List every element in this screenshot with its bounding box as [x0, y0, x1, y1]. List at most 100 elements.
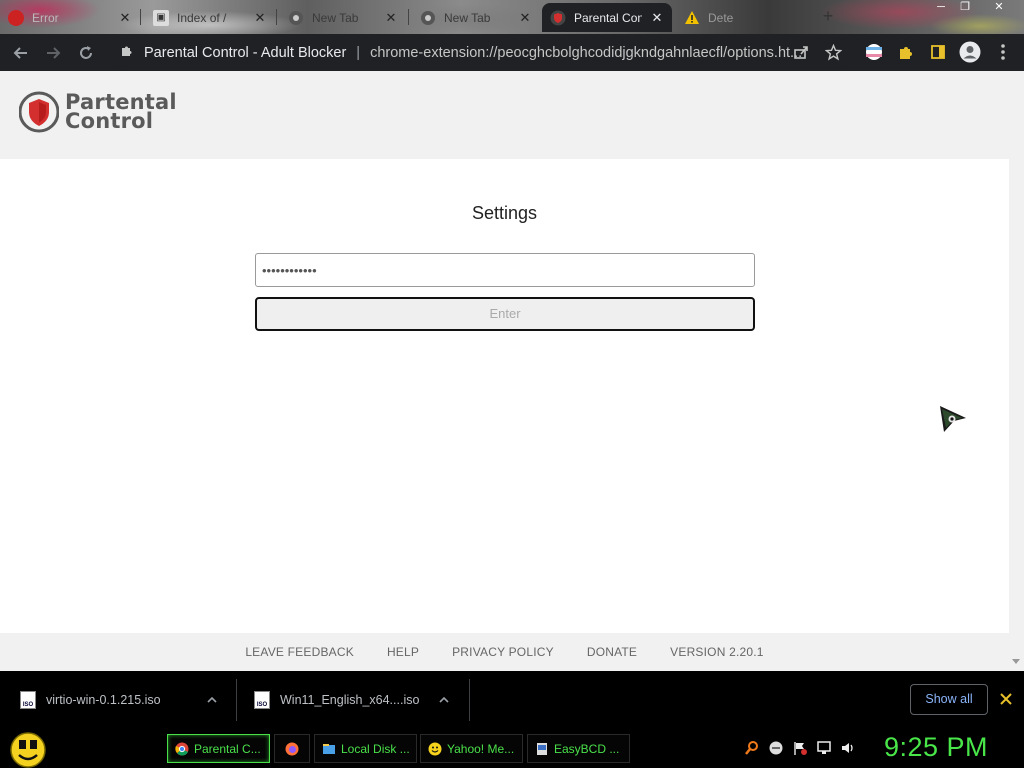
logo[interactable]: Partental Control [19, 91, 177, 133]
tab-label: Dete [708, 10, 734, 25]
taskbar-item-yahoo-messenger[interactable]: Yahoo! Me... [420, 734, 523, 763]
system-clock[interactable]: 9:25 PM [884, 732, 988, 763]
kebab-menu-icon [1001, 44, 1005, 60]
server-icon: ▣ [153, 9, 169, 26]
search-icon[interactable] [744, 740, 760, 756]
easybcd-icon [537, 742, 547, 755]
forward-button[interactable] [42, 42, 64, 64]
donate-link[interactable]: DONATE [587, 645, 637, 659]
iso-file-icon: ISO [254, 691, 270, 709]
chrome-icon [288, 10, 304, 26]
taskbar-item-chrome[interactable]: Parental C... [167, 734, 270, 763]
close-icon[interactable]: ✕ [253, 10, 267, 25]
new-tab-button[interactable]: + [818, 6, 838, 26]
address-bar[interactable]: Parental Control - Adult Blocker | chrom… [110, 38, 852, 67]
volume-icon[interactable] [840, 740, 856, 756]
restore-button[interactable]: ❐ [954, 0, 976, 14]
logo-line-2: Control [65, 109, 154, 133]
chrome-icon [420, 10, 436, 26]
chevron-up-icon[interactable] [206, 694, 218, 706]
share-button[interactable] [790, 41, 812, 63]
tab-label: New Tab [312, 10, 359, 25]
flag-extension-button[interactable] [863, 41, 885, 63]
tab-parental-control[interactable]: Parental Con ✕ [542, 3, 672, 32]
tab-dete[interactable]: Dete [676, 3, 806, 32]
privacy-policy-link[interactable]: PRIVACY POLICY [452, 645, 554, 659]
minimize-button[interactable]: ─ [930, 0, 952, 14]
close-icon[interactable] [998, 691, 1014, 707]
side-panel-button[interactable] [927, 41, 949, 63]
download-item[interactable]: ISO Win11_English_x64....iso [254, 671, 450, 729]
tab-strip: Error ✕ ▣ Index of / ✕ New Tab ✕ New Tab… [0, 0, 1024, 34]
chrome-icon [175, 742, 189, 756]
puzzle-icon [900, 47, 912, 59]
download-separator [469, 679, 470, 721]
close-icon[interactable]: ✕ [384, 10, 398, 25]
scrollbar[interactable] [1009, 71, 1024, 671]
tab-error[interactable]: Error ✕ [0, 3, 140, 32]
shield-icon [550, 10, 566, 26]
close-icon[interactable]: ✕ [118, 10, 132, 25]
taskbar: Parental C... Local Disk ... Yahoo! Me..… [0, 729, 1024, 768]
firefox-icon [285, 742, 299, 755]
side-panel-icon [931, 45, 945, 59]
tab-page-icon [8, 9, 24, 26]
download-filename: Win11_English_x64....iso [280, 693, 420, 707]
enter-button[interactable]: Enter [255, 297, 755, 331]
iso-file-icon: ISO [20, 691, 36, 709]
taskbar-item-label: Local Disk ... [341, 741, 410, 756]
close-icon[interactable]: ✕ [650, 10, 664, 25]
window-close-button[interactable]: ✕ [988, 0, 1010, 14]
logo-text: Partental Control [65, 92, 177, 133]
warning-icon [684, 10, 700, 26]
scroll-down-arrow-icon[interactable] [1012, 659, 1020, 664]
tab-separator [408, 9, 409, 25]
reload-icon [80, 46, 92, 59]
footer: LEAVE FEEDBACK HELP PRIVACY POLICY DONAT… [0, 633, 1009, 671]
taskbar-item-label: Parental C... [194, 741, 261, 756]
omnibox-separator: | [356, 44, 361, 61]
page-content: Partental Control Settings Enter LEAVE F… [0, 71, 1024, 671]
back-button[interactable] [10, 42, 32, 64]
share-icon [794, 46, 808, 59]
start-button-smiley-icon[interactable] [9, 730, 47, 768]
taskbar-item-label: EasyBCD ... [554, 741, 620, 756]
version-label: VERSION 2.20.1 [670, 645, 764, 659]
taskbar-item-label: Yahoo! Me... [447, 741, 515, 756]
help-link[interactable]: HELP [387, 645, 419, 659]
password-input[interactable] [255, 253, 755, 287]
extensions-button[interactable] [895, 41, 917, 63]
download-item[interactable]: ISO virtio-win-0.1.215.iso [20, 671, 218, 729]
avatar-icon [959, 41, 981, 63]
action-center-flag-icon[interactable] [792, 740, 808, 756]
profile-button[interactable] [959, 41, 981, 63]
bookmark-button[interactable] [822, 41, 844, 63]
download-shelf: ISO virtio-win-0.1.215.iso ISO Win11_Eng… [0, 671, 1024, 729]
tab-new-tab-2[interactable]: New Tab ✕ [412, 3, 540, 32]
tab-label: Parental Con [574, 10, 642, 25]
taskbar-item-easybcd[interactable]: EasyBCD ... [527, 734, 630, 763]
download-separator [236, 679, 237, 721]
close-icon[interactable]: ✕ [518, 10, 532, 25]
arrow-right-icon [47, 47, 61, 59]
taskbar-item-local-disk[interactable]: Local Disk ... [314, 734, 417, 763]
taskbar-item-firefox[interactable] [274, 734, 310, 763]
leave-feedback-link[interactable]: LEAVE FEEDBACK [245, 645, 354, 659]
tab-separator [140, 9, 141, 25]
reload-button[interactable] [75, 42, 97, 64]
tab-separator [276, 9, 277, 25]
status-circle-icon[interactable] [768, 740, 784, 756]
url-text: chrome-extension://peocghcbolghcodidjgkn… [370, 44, 803, 61]
menu-button[interactable] [992, 41, 1014, 63]
show-all-button[interactable]: Show all [910, 684, 988, 715]
tab-new-tab[interactable]: New Tab ✕ [280, 3, 406, 32]
site-name: Parental Control - Adult Blocker [144, 44, 347, 61]
tab-index-of[interactable]: ▣ Index of / ✕ [145, 3, 275, 32]
network-icon[interactable] [816, 740, 832, 756]
chevron-up-icon[interactable] [438, 694, 450, 706]
download-filename: virtio-win-0.1.215.iso [46, 693, 161, 707]
settings-card: Settings Enter [0, 159, 1009, 633]
shield-icon [19, 91, 59, 133]
tab-label: Error [32, 10, 59, 25]
folder-icon [323, 743, 335, 754]
